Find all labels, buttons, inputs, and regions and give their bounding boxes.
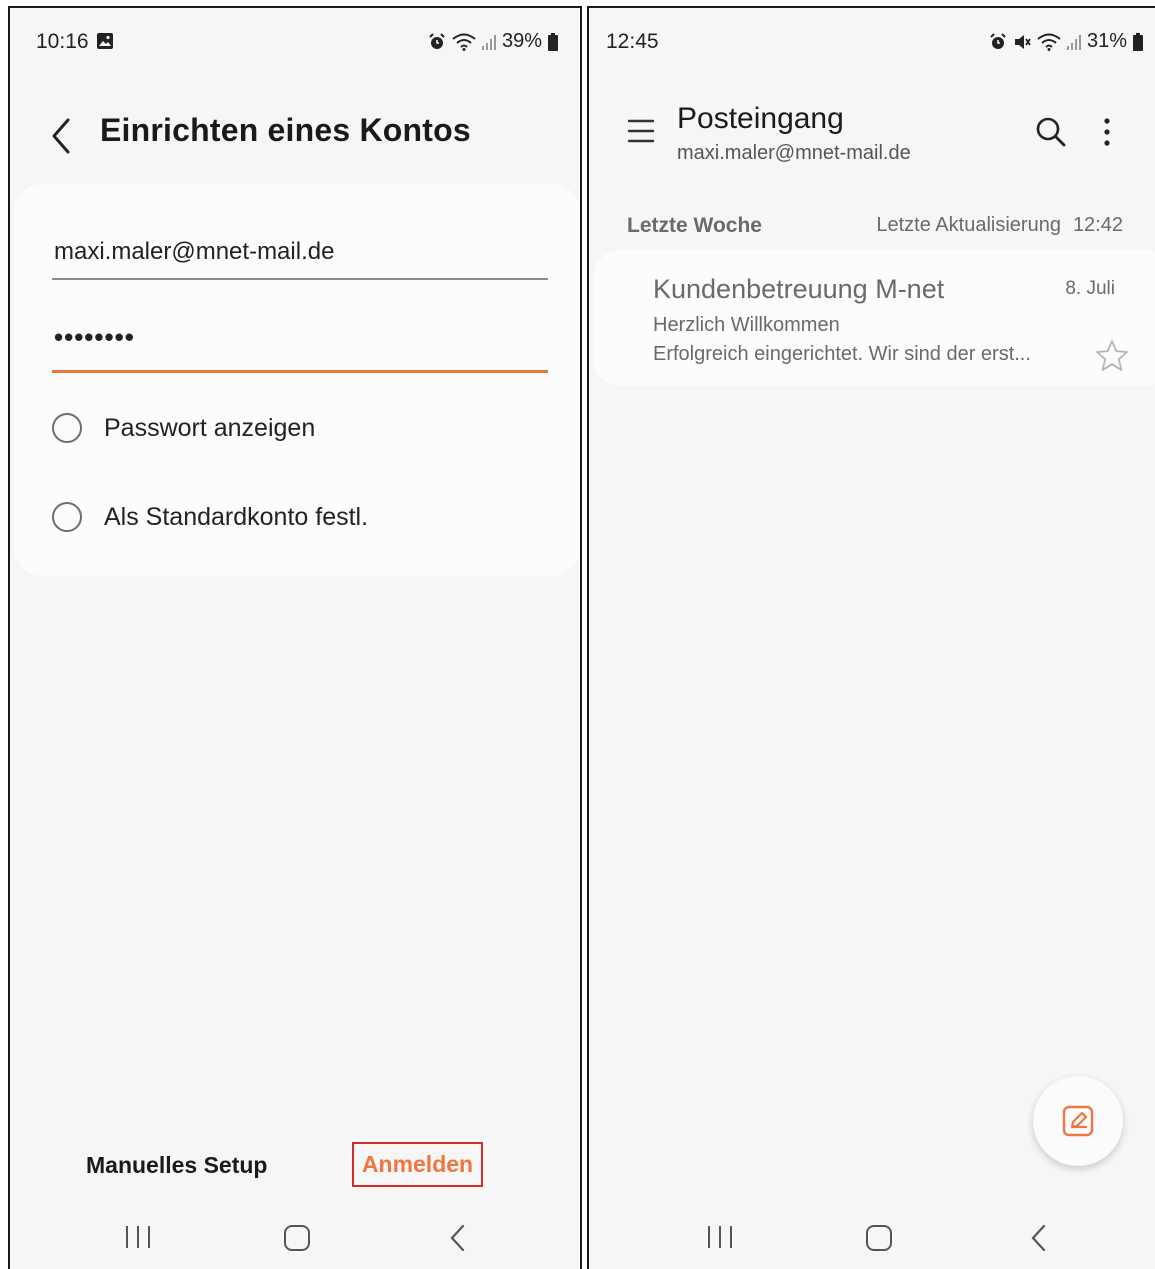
home-icon[interactable]: [865, 1224, 893, 1252]
compose-icon: [1062, 1105, 1094, 1137]
alarm-icon: [429, 32, 445, 49]
mail-list-item[interactable]: Kundenbetreuung M-net 8. Juli Herzlich W…: [593, 250, 1155, 386]
status-icons: 39%: [428, 30, 558, 53]
recent-apps-icon[interactable]: [705, 1224, 735, 1250]
default-account-label: Als Standardkonto festl.: [104, 502, 369, 531]
mail-date: 8. Juli: [1065, 278, 1115, 299]
wifi-icon: [1037, 33, 1061, 51]
mute-icon: [1014, 34, 1031, 49]
mail-preview: Erfolgreich eingerichtet. Wir sind der e…: [653, 343, 1031, 365]
nav-back-icon[interactable]: [1029, 1224, 1049, 1252]
status-time: 10:16: [36, 30, 89, 53]
back-arrow-icon[interactable]: [46, 114, 76, 158]
battery-percent: 39%: [501, 30, 542, 52]
star-icon[interactable]: [1095, 339, 1129, 373]
hamburger-menu-icon[interactable]: [627, 118, 655, 144]
page-title: Einrichten eines Kontos: [100, 112, 471, 148]
section-label: Letzte Woche: [627, 214, 762, 237]
status-bar: 12:45 31%: [589, 8, 1155, 68]
search-icon[interactable]: [1035, 116, 1067, 148]
signal-icon: [1066, 34, 1081, 50]
nav-back-icon[interactable]: [448, 1224, 468, 1252]
compose-button[interactable]: [1033, 1076, 1123, 1166]
email-value: maxi.maler@mnet-mail.de: [54, 238, 335, 265]
password-value: ••••••••: [54, 322, 135, 352]
password-field[interactable]: ••••••••: [52, 320, 548, 373]
default-account-toggle[interactable]: Als Standardkonto festl.: [52, 497, 368, 537]
show-password-radio[interactable]: [52, 413, 82, 443]
last-update-label: Letzte Aktualisierung: [876, 214, 1061, 236]
last-update-time: 12:42: [1072, 214, 1123, 236]
default-account-radio[interactable]: [52, 502, 82, 532]
account-setup-screen: 10:16 39% Einrichten eines Kontos maxi.m…: [8, 6, 582, 1269]
battery-icon: [548, 32, 558, 51]
login-button[interactable]: Anmelden: [352, 1142, 483, 1187]
inbox-title: Posteingang: [677, 102, 844, 135]
image-icon: [97, 33, 113, 49]
battery-percent: 31%: [1086, 30, 1127, 52]
alarm-icon: [990, 32, 1006, 49]
manual-setup-button[interactable]: Manuelles Setup: [86, 1152, 267, 1179]
show-password-label: Passwort anzeigen: [104, 413, 316, 442]
email-field[interactable]: maxi.maler@mnet-mail.de: [52, 232, 548, 280]
status-icons: 31%: [989, 30, 1143, 53]
account-email[interactable]: maxi.maler@mnet-mail.de: [677, 142, 911, 165]
mail-subject: Herzlich Willkommen: [653, 314, 840, 336]
home-icon[interactable]: [283, 1224, 311, 1252]
login-form-card: maxi.maler@mnet-mail.de •••••••• Passwor…: [14, 184, 580, 576]
wifi-icon: [452, 33, 476, 51]
battery-icon: [1133, 32, 1143, 51]
mail-sender: Kundenbetreuung M-net: [653, 274, 945, 304]
recent-apps-icon[interactable]: [123, 1224, 153, 1250]
more-options-icon[interactable]: [1099, 116, 1115, 148]
status-time: 12:45: [606, 30, 659, 53]
signal-icon: [481, 34, 496, 50]
show-password-toggle[interactable]: Passwort anzeigen: [52, 408, 315, 448]
status-bar: 10:16 39%: [10, 8, 580, 68]
inbox-screen: 12:45 31% Posteingang maxi.maler@mnet-ma…: [587, 6, 1155, 1269]
last-update-info: Letzte Aktualisierung 12:42: [876, 214, 1123, 237]
